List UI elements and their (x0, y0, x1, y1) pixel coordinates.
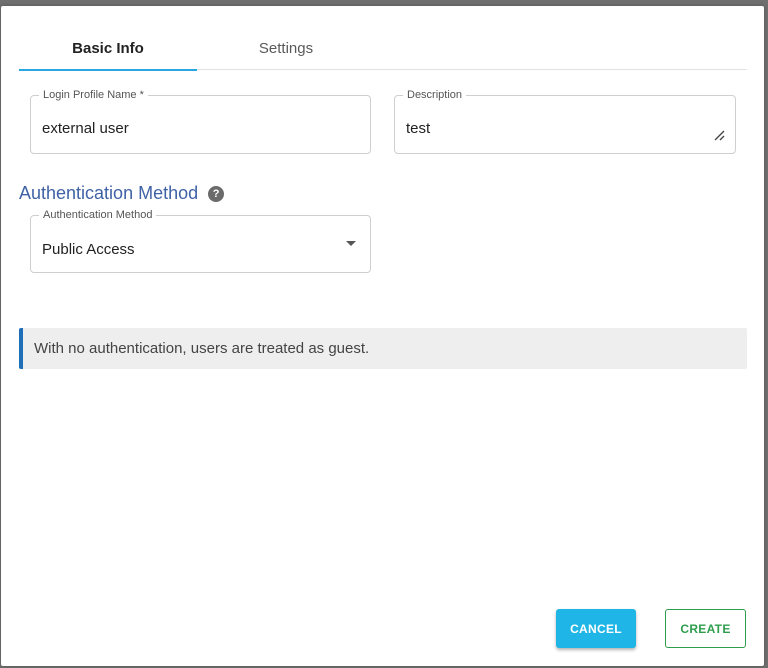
login-profile-name-value: external user (42, 120, 129, 137)
auth-method-heading: Authentication Method ? (19, 183, 225, 204)
active-tab-indicator (19, 69, 197, 71)
tab-basic-info-label: Basic Info (72, 39, 144, 57)
cancel-button[interactable]: CANCEL (556, 609, 636, 648)
description-value: test (406, 120, 431, 137)
create-button[interactable]: CREATE (665, 609, 746, 648)
cancel-button-label: CANCEL (570, 621, 622, 636)
auth-method-label: Authentication Method (39, 209, 157, 221)
tab-bar: Basic Info Settings (19, 26, 747, 71)
resize-handle-icon[interactable] (713, 129, 725, 141)
create-button-label: CREATE (680, 621, 731, 636)
info-message: With no authentication, users are treate… (19, 328, 747, 369)
description-label: Description (403, 89, 467, 101)
tab-settings[interactable]: Settings (197, 26, 375, 70)
login-profile-name-label: Login Profile Name * (39, 89, 148, 101)
auth-method-select[interactable]: Authentication Method Public Access (30, 209, 371, 273)
chevron-down-icon[interactable] (346, 241, 356, 246)
tab-basic-info[interactable]: Basic Info (19, 26, 197, 70)
create-login-profile-dialog: Basic Info Settings Login Profile Name *… (1, 6, 764, 666)
auth-method-value: Public Access (42, 241, 135, 258)
tab-settings-label: Settings (258, 39, 314, 57)
description-field[interactable]: Description test (394, 89, 736, 154)
auth-method-heading-text: Authentication Method (19, 183, 199, 203)
help-icon[interactable]: ? (208, 185, 225, 202)
info-message-text: With no authentication, users are treate… (34, 340, 370, 357)
login-profile-name-field[interactable]: Login Profile Name * external user (30, 89, 371, 154)
